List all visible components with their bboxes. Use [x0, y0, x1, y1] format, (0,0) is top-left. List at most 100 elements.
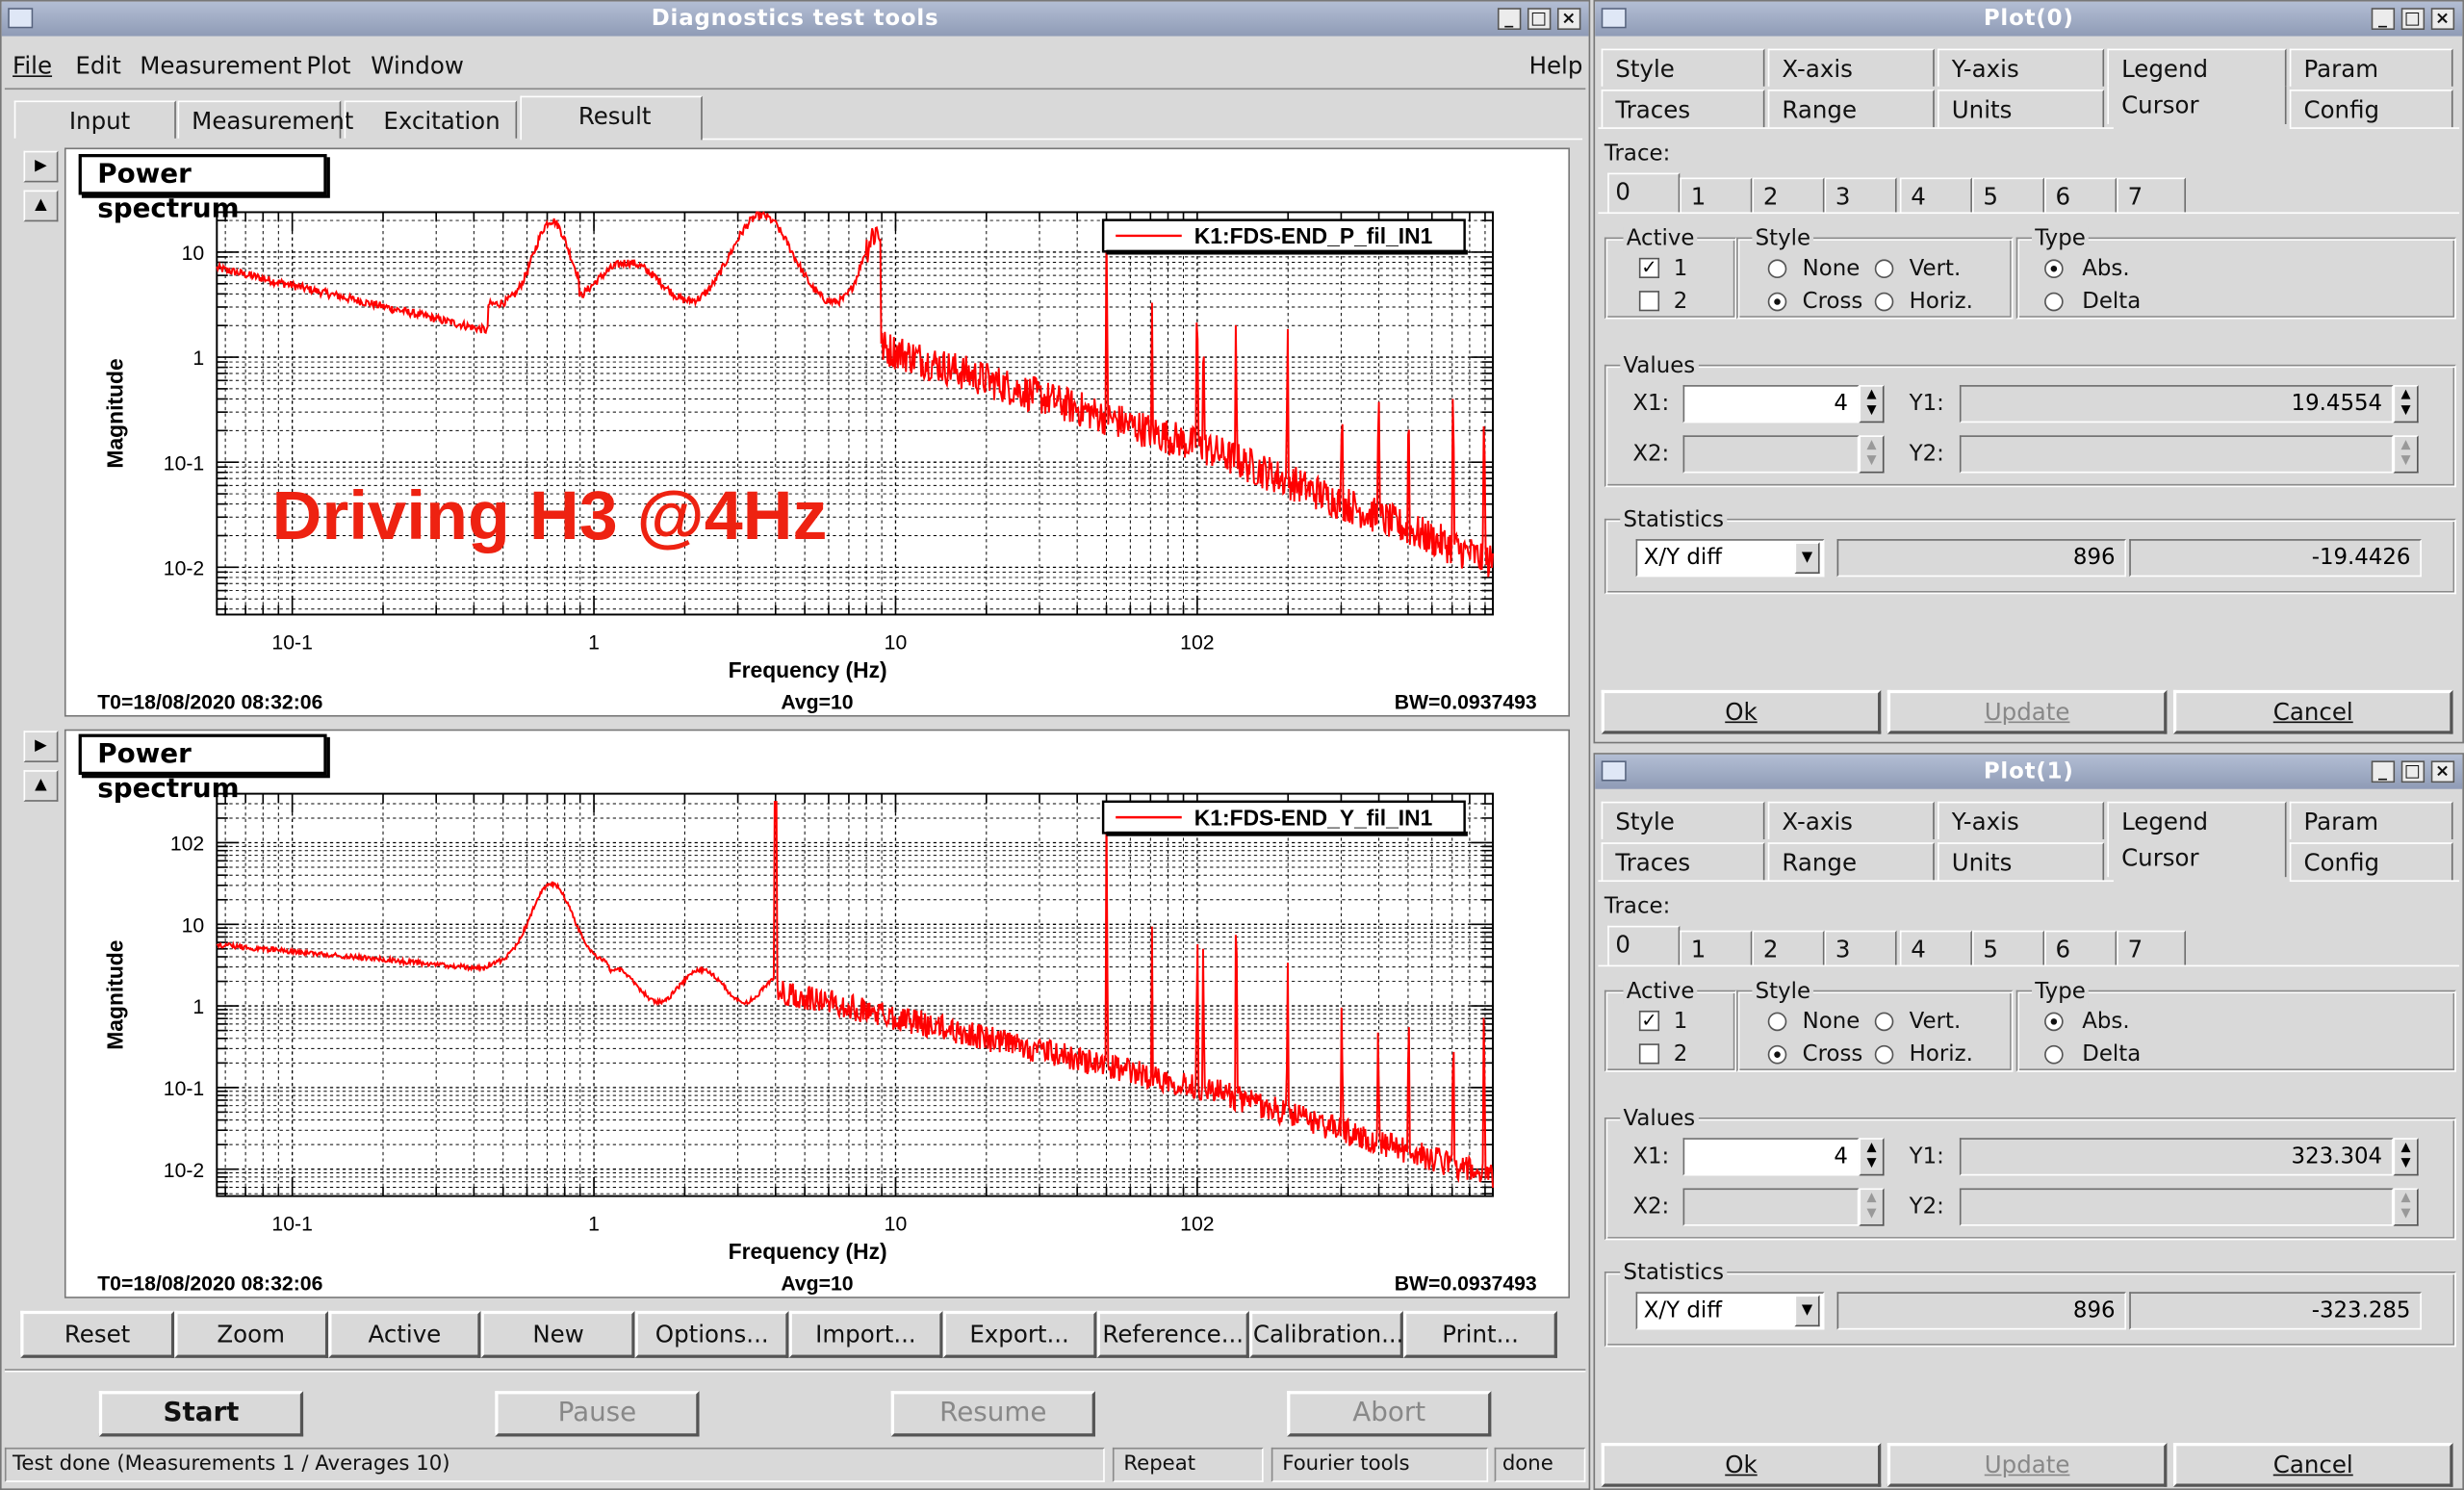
x1-field[interactable]: 4: [1682, 1138, 1860, 1176]
tab-legend[interactable]: Legend: [2107, 48, 2287, 87]
style-cross-radio[interactable]: [1767, 292, 1787, 312]
y2-spinner[interactable]: ▲ ▼: [2393, 1188, 2419, 1226]
tab-config[interactable]: Config: [2289, 90, 2453, 128]
type-abs-radio[interactable]: [2044, 1012, 2064, 1032]
dialog-titlebar[interactable]: Plot(1) _ □ ×: [1595, 754, 2463, 789]
start-button[interactable]: Start: [98, 1391, 304, 1437]
style-horiz-radio[interactable]: [1874, 1044, 1894, 1065]
stat-mode-select[interactable]: X/Y diff ▼: [1635, 539, 1825, 578]
tab-y-axis[interactable]: Y-axis: [1938, 801, 2105, 839]
stat-mode-select[interactable]: X/Y diff ▼: [1635, 1292, 1825, 1330]
tab-units[interactable]: Units: [1938, 90, 2105, 128]
menu-plot[interactable]: Plot: [306, 52, 350, 80]
y1-field[interactable]: 19.4554: [1959, 385, 2394, 424]
y1-spinner[interactable]: ▲ ▼: [2393, 385, 2419, 424]
menu-window[interactable]: Window: [371, 52, 464, 80]
abort-button[interactable]: Abort: [1287, 1391, 1492, 1437]
maximize-icon[interactable]: □: [1527, 8, 1552, 31]
trace-tab-4[interactable]: 4: [1899, 930, 1972, 965]
x2-spinner[interactable]: ▲ ▼: [1859, 435, 1885, 474]
menu-edit[interactable]: Edit: [75, 52, 120, 80]
tab-x-axis[interactable]: X-axis: [1767, 48, 1935, 87]
update-button[interactable]: Update: [1886, 1443, 2168, 1487]
import-button[interactable]: Import...: [788, 1310, 943, 1358]
update-button[interactable]: Update: [1886, 689, 2168, 734]
pad-arrow-right-1[interactable]: ▶: [23, 150, 59, 183]
style-none-radio[interactable]: [1767, 1012, 1787, 1032]
active-button[interactable]: Active: [327, 1310, 482, 1358]
export-button[interactable]: Export...: [942, 1310, 1096, 1358]
trace-tab-2[interactable]: 2: [1752, 177, 1825, 213]
tab-traces[interactable]: Traces: [1601, 842, 1765, 881]
tab-range[interactable]: Range: [1767, 90, 1935, 128]
tab-param[interactable]: Param: [2289, 48, 2453, 87]
x2-field[interactable]: [1682, 435, 1860, 474]
type-delta-radio[interactable]: [2044, 1044, 2064, 1065]
tab-traces[interactable]: Traces: [1601, 90, 1765, 128]
tab-x-axis[interactable]: X-axis: [1767, 801, 1935, 839]
trace-tab-6[interactable]: 6: [2044, 930, 2118, 965]
style-none-radio[interactable]: [1767, 259, 1787, 279]
menu-measurement[interactable]: Measurement: [140, 52, 301, 80]
active-checkbox-1[interactable]: ✓: [1638, 257, 1660, 279]
ok-button[interactable]: Ok: [1601, 1443, 1882, 1487]
tab-measurement[interactable]: Measurement: [177, 100, 353, 139]
trace-tab-7[interactable]: 7: [2117, 177, 2187, 213]
minimize-icon[interactable]: _: [2371, 8, 2396, 31]
reset-button[interactable]: Reset: [20, 1310, 174, 1358]
pad-arrow-right-2[interactable]: ▶: [23, 731, 59, 762]
type-delta-radio[interactable]: [2044, 292, 2064, 312]
y2-field[interactable]: [1959, 435, 2394, 474]
close-icon[interactable]: ×: [1556, 8, 1581, 31]
trace-tab-0[interactable]: 0: [1607, 925, 1681, 965]
calibration-button[interactable]: Calibration...: [1249, 1310, 1403, 1358]
tab-style[interactable]: Style: [1601, 48, 1765, 87]
x2-field[interactable]: [1682, 1188, 1860, 1226]
trace-tab-0[interactable]: 0: [1607, 172, 1681, 213]
style-horiz-radio[interactable]: [1874, 292, 1894, 312]
cancel-button[interactable]: Cancel: [2172, 689, 2453, 734]
tab-style[interactable]: Style: [1601, 801, 1765, 839]
tab-cursor[interactable]: Cursor: [2107, 838, 2287, 878]
trace-tab-4[interactable]: 4: [1899, 177, 1972, 213]
y2-field[interactable]: [1959, 1188, 2394, 1226]
chevron-down-icon[interactable]: ▼: [1794, 1295, 1820, 1327]
window-menu-icon[interactable]: [1601, 760, 1627, 782]
maximize-icon[interactable]: □: [2400, 8, 2426, 31]
tab-units[interactable]: Units: [1938, 842, 2105, 881]
pause-button[interactable]: Pause: [495, 1391, 700, 1437]
ok-button[interactable]: Ok: [1601, 689, 1882, 734]
style-cross-radio[interactable]: [1767, 1044, 1787, 1065]
trace-tab-2[interactable]: 2: [1752, 930, 1825, 965]
close-icon[interactable]: ×: [2430, 760, 2455, 784]
pad-arrow-up-2[interactable]: ▲: [23, 770, 59, 802]
options-button[interactable]: Options...: [634, 1310, 789, 1358]
tab-legend[interactable]: Legend: [2107, 801, 2287, 839]
trace-tab-1[interactable]: 1: [1680, 930, 1753, 965]
active-checkbox-1[interactable]: ✓: [1638, 1011, 1660, 1032]
trace-tab-3[interactable]: 3: [1824, 930, 1897, 965]
type-abs-radio[interactable]: [2044, 259, 2064, 279]
reference-button[interactable]: Reference...: [1095, 1310, 1250, 1358]
zoom-button[interactable]: Zoom: [173, 1310, 328, 1358]
maximize-icon[interactable]: □: [2400, 760, 2426, 784]
trace-tab-5[interactable]: 5: [1971, 930, 2045, 965]
trace-tab-3[interactable]: 3: [1824, 177, 1897, 213]
minimize-icon[interactable]: _: [2371, 760, 2396, 784]
x1-spinner[interactable]: ▲ ▼: [1859, 1138, 1885, 1176]
style-vert-radio[interactable]: [1874, 259, 1894, 279]
pad-arrow-up-1[interactable]: ▲: [23, 190, 59, 222]
window-menu-icon[interactable]: [1601, 8, 1627, 29]
cancel-button[interactable]: Cancel: [2172, 1443, 2453, 1487]
main-titlebar[interactable]: Diagnostics test tools _ □ ×: [1, 1, 1589, 37]
tab-y-axis[interactable]: Y-axis: [1938, 48, 2105, 87]
y1-field[interactable]: 323.304: [1959, 1138, 2394, 1176]
dialog-titlebar[interactable]: Plot(0) _ □ ×: [1595, 1, 2463, 37]
tab-range[interactable]: Range: [1767, 842, 1935, 881]
menu-help[interactable]: Help: [1529, 52, 1583, 80]
trace-tab-1[interactable]: 1: [1680, 177, 1753, 213]
y2-spinner[interactable]: ▲ ▼: [2393, 435, 2419, 474]
menu-file[interactable]: File: [13, 52, 52, 80]
new-button[interactable]: New: [481, 1310, 635, 1358]
y1-spinner[interactable]: ▲ ▼: [2393, 1138, 2419, 1176]
